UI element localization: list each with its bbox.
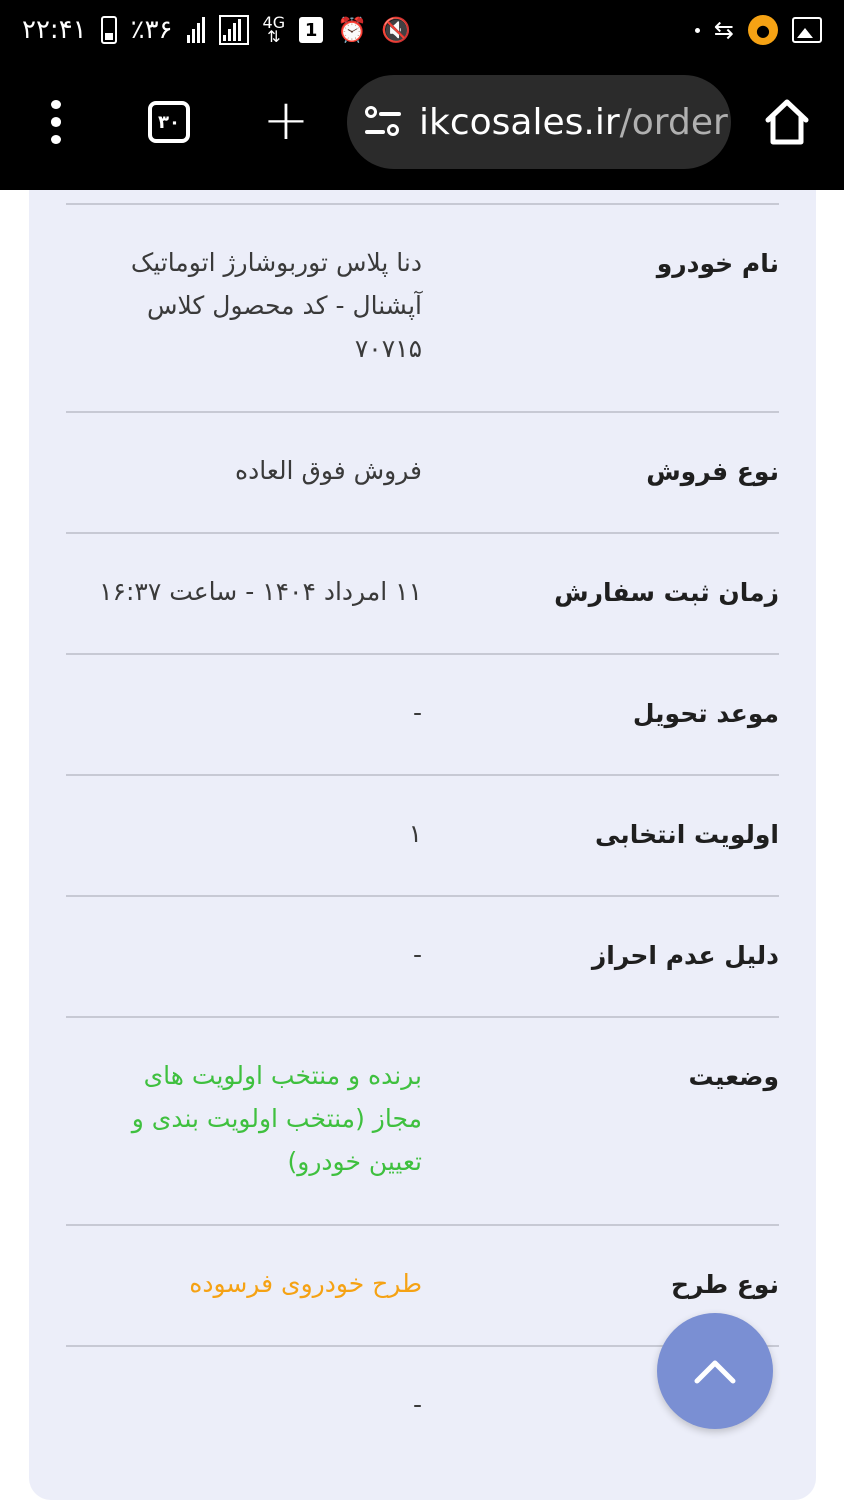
detail-label: زمان ثبت سفارش [554,578,779,607]
chevron-up-icon [694,1360,736,1384]
detail-value: ۱ [408,819,422,848]
url-text[interactable]: ikcosales.ir/order [419,102,728,143]
detail-row-delivery-date: موعد تحویل - [66,655,779,776]
app-notification-icon: ● [748,15,778,45]
home-icon[interactable] [764,98,810,146]
details-list: نام خودرو دنا پلاس توربوشارژ اتوماتیک آپ… [66,205,779,1468]
detail-label: نوع طرح [671,1270,779,1299]
status-value: برنده و منتخب اولویت های مجاز (منتخب اول… [82,1054,422,1183]
order-details-card: نام خودرو دنا پلاس توربوشارژ اتوماتیک آپ… [29,190,816,1500]
call-forward-icon: ⇆ [713,16,734,44]
plan-type-value: طرح خودروی فرسوده [189,1269,422,1298]
detail-row-order-time: زمان ثبت سفارش ۱۱ امرداد ۱۴۰۴ - ساعت ۱۶:… [66,534,779,655]
scroll-to-top-button[interactable] [657,1313,773,1429]
detail-label: وضعیت [688,1062,779,1091]
battery-percent: ٪۳۶ [130,15,173,45]
url-domain: ikcosales.ir [419,101,620,143]
url-path: /order [619,101,728,143]
detail-label: نوع فروش [646,457,779,486]
sim-icon: 1 [299,17,324,43]
detail-row-car-name: نام خودرو دنا پلاس توربوشارژ اتوماتیک آپ… [66,205,779,413]
battery-icon [100,16,117,44]
detail-value: - [412,1390,422,1419]
notification-dot-icon [694,27,700,33]
data-arrows-icon: ⇅ [267,27,281,46]
detail-value: - [412,940,422,969]
browser-toolbar: ۳۰ + ikcosales.ir/order [0,60,844,190]
tab-switcher-icon[interactable]: ۳۰ [148,101,190,143]
detail-value: دنا پلاس توربوشارژ اتوماتیک آپشنال - کد … [82,241,422,370]
mute-icon: 🔇 [381,16,411,44]
clock: ۲۲:۴۱ [22,15,87,45]
status-bar-left: ۲۲:۴۱ ٪۳۶ 4G ⇅ 1 ⏰ 🔇 [22,15,411,45]
signal-strength-icon [218,15,249,45]
detail-row-status: وضعیت برنده و منتخب اولویت های مجاز (منت… [66,1018,779,1226]
status-bar-right: ⇆ ● [694,15,822,45]
detail-label: نام خودرو [656,249,779,278]
status-bar: ۲۲:۴۱ ٪۳۶ 4G ⇅ 1 ⏰ 🔇 ⇆ ● [0,0,844,60]
more-vert-icon[interactable] [40,100,72,144]
address-bar[interactable]: ikcosales.ir/order [347,75,731,169]
detail-value: ۱۱ امرداد ۱۴۰۴ - ساعت ۱۶:۳۷ [99,577,422,606]
detail-label: موعد تحویل [632,699,779,728]
alarm-icon: ⏰ [337,16,367,44]
detail-label: دلیل عدم احراز [591,941,779,970]
network-4g-icon: 4G ⇅ [263,15,286,46]
signal-icon [186,17,205,43]
page-content: نام خودرو دنا پلاس توربوشارژ اتوماتیک آپ… [0,190,844,1500]
detail-row-rejection-reason: دلیل عدم احراز - [66,897,779,1018]
tab-count: ۳۰ [158,111,180,133]
image-icon [792,17,822,43]
value-line: ۷۰۷۱۵ [354,334,422,363]
value-line: برنده و منتخب اولویت های [143,1061,422,1090]
detail-row-priority: اولویت انتخابی ۱ [66,776,779,897]
detail-label: اولویت انتخابی [595,820,779,849]
tune-icon[interactable] [365,104,401,140]
detail-value: فروش فوق العاده [235,456,422,485]
plus-icon[interactable]: + [262,92,310,150]
detail-value: - [412,698,422,727]
detail-row-plan-type: نوع طرح طرح خودروی فرسوده [66,1226,779,1347]
value-line: دنا پلاس توربوشارژ اتوماتیک [130,248,422,277]
detail-row-sale-type: نوع فروش فروش فوق العاده [66,413,779,534]
value-line: تعیین خودرو) [287,1147,423,1176]
value-line: آپشنال - کد محصول کلاس [147,291,422,320]
value-line: مجاز (منتخب اولویت بندی و [131,1104,422,1133]
